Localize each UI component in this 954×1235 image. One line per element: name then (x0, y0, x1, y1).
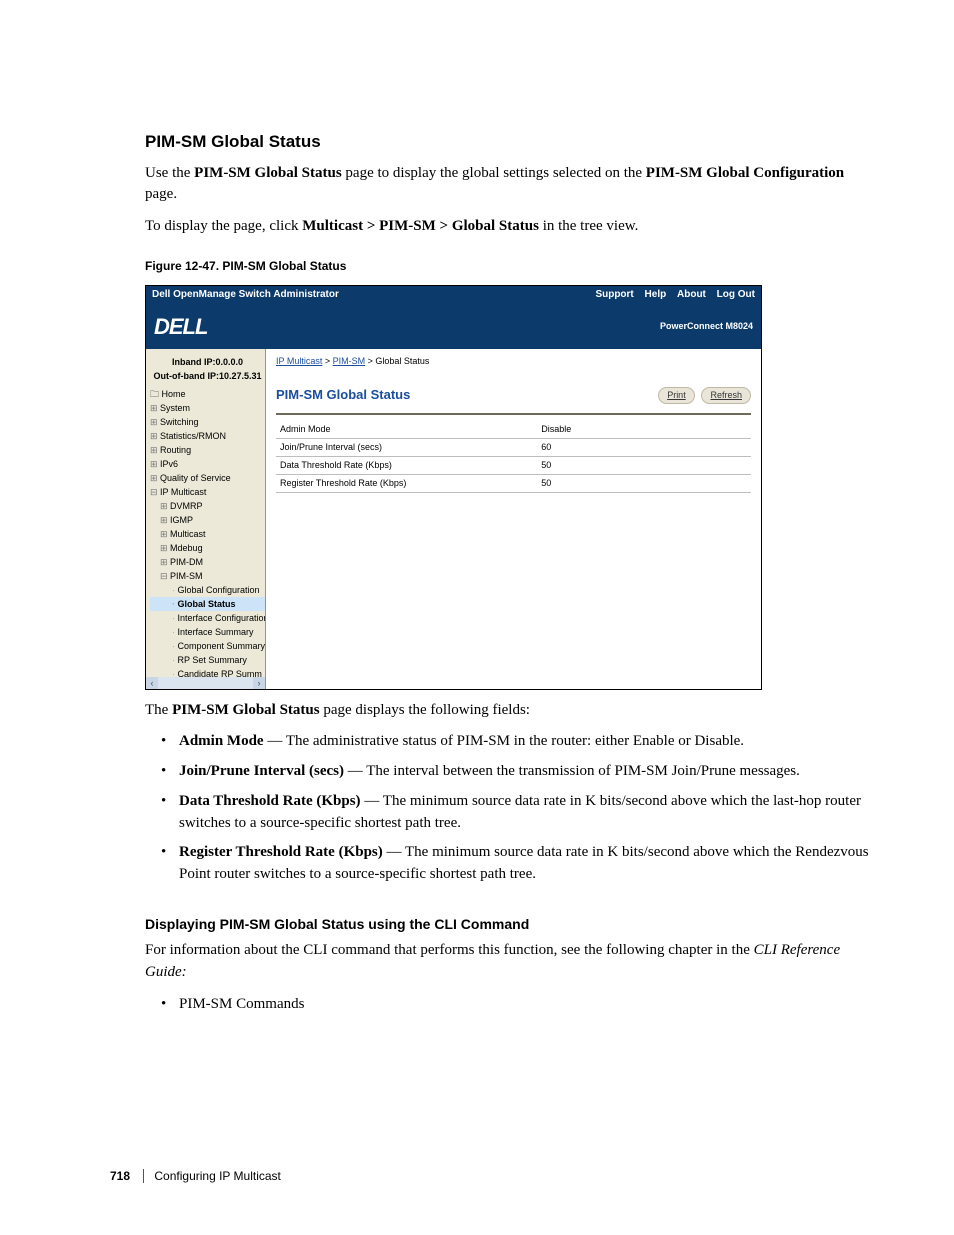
page-footer: 718 Configuring IP Multicast (110, 1168, 291, 1185)
text: page to display the global settings sele… (342, 165, 646, 181)
cell-label: Join/Prune Interval (secs) (276, 438, 537, 456)
cell-label: Data Threshold Rate (Kbps) (276, 456, 537, 474)
cli-list: PIM-SM Commands (145, 994, 869, 1016)
status-table: Admin ModeDisable Join/Prune Interval (s… (276, 421, 751, 493)
nav-switching[interactable]: Switching (150, 415, 265, 429)
nav-pimsm[interactable]: PIM-SM (150, 569, 265, 583)
product-name: PowerConnect M8024 (660, 320, 753, 333)
nav-ipv6[interactable]: IPv6 (150, 457, 265, 471)
link-help[interactable]: Help (645, 289, 667, 300)
list-item: Admin Mode — The administrative status o… (145, 731, 869, 753)
cell-label: Register Threshold Rate (Kbps) (276, 474, 537, 492)
cell-value: Disable (537, 421, 751, 439)
inband-ip: Inband IP:0.0.0.0 (150, 355, 265, 369)
brand-bar: DELL PowerConnect M8024 (146, 305, 761, 349)
figure-caption: Figure 12-47. PIM-SM Global Status (145, 258, 869, 275)
nav-component-summary[interactable]: Component Summary (150, 639, 265, 653)
text: To display the page, click (145, 218, 302, 234)
breadcrumb-path: Multicast > PIM-SM > Global Status (302, 218, 539, 234)
nav-ipmulticast[interactable]: IP Multicast (150, 485, 265, 499)
text: in the tree view. (539, 218, 638, 234)
cell-label: Admin Mode (276, 421, 537, 439)
text: page displays the following fields: (320, 702, 530, 718)
fields-list: Admin Mode — The administrative status o… (145, 731, 869, 886)
field-term: Admin Mode (179, 733, 264, 749)
intro-paragraph: Use the PIM-SM Global Status page to dis… (145, 163, 869, 207)
dell-logo: DELL (154, 311, 207, 343)
ip-info: Inband IP:0.0.0.0 Out-of-band IP:10.27.5… (150, 353, 265, 387)
scroll-left-icon[interactable]: ‹ (146, 677, 158, 689)
fields-intro: The PIM-SM Global Status page displays t… (145, 700, 869, 722)
nav-global-status[interactable]: Global Status (150, 597, 265, 611)
list-item: Join/Prune Interval (secs) — The interva… (145, 761, 869, 783)
text: page. (145, 186, 177, 202)
table-row: Data Threshold Rate (Kbps)50 (276, 456, 751, 474)
nav-scrollbar[interactable]: ‹ › (146, 677, 265, 689)
text: For information about the CLI command th… (145, 942, 754, 958)
table-row: Admin ModeDisable (276, 421, 751, 439)
section-heading: PIM-SM Global Status (145, 130, 869, 155)
cell-value: 50 (537, 456, 751, 474)
cell-value: 50 (537, 474, 751, 492)
text-bold: PIM-SM Global Status (194, 165, 342, 181)
content-pane: IP Multicast > PIM-SM > Global Status PI… (266, 349, 761, 689)
footer-chapter: Configuring IP Multicast (143, 1169, 281, 1183)
text-bold: PIM-SM Global Configuration (646, 165, 844, 181)
cli-paragraph: For information about the CLI command th… (145, 940, 869, 984)
nav-system[interactable]: System (150, 401, 265, 415)
field-term: Register Threshold Rate (Kbps) (179, 844, 383, 860)
page-number: 718 (110, 1169, 130, 1183)
nav-pimdm[interactable]: PIM-DM (150, 555, 265, 569)
table-row: Register Threshold Rate (Kbps)50 (276, 474, 751, 492)
link-support[interactable]: Support (595, 289, 633, 300)
nav-dvmrp[interactable]: DVMRP (150, 499, 265, 513)
scroll-right-icon[interactable]: › (253, 677, 265, 689)
figure-screenshot: Dell OpenManage Switch Administrator Sup… (145, 285, 762, 689)
field-desc: — The interval between the transmission … (344, 763, 800, 779)
nav-global-config[interactable]: Global Configuration (150, 583, 265, 597)
window-title: Dell OpenManage Switch Administrator (152, 288, 339, 303)
table-row: Join/Prune Interval (secs)60 (276, 438, 751, 456)
nav-interface-summary[interactable]: Interface Summary (150, 625, 265, 639)
titlebar-links: Support Help About Log Out (587, 288, 755, 303)
nav-routing[interactable]: Routing (150, 443, 265, 457)
divider (276, 413, 751, 415)
text-bold: PIM-SM Global Status (172, 702, 320, 718)
nav-multicast[interactable]: Multicast (150, 527, 265, 541)
nav-rpset-summary[interactable]: RP Set Summary (150, 653, 265, 667)
refresh-button[interactable]: Refresh (701, 387, 751, 404)
text: Use the (145, 165, 194, 181)
nav-stats[interactable]: Statistics/RMON (150, 429, 265, 443)
outofband-ip: Out-of-band IP:10.27.5.31 (150, 369, 265, 383)
field-desc: — The administrative status of PIM-SM in… (264, 733, 744, 749)
text: The (145, 702, 172, 718)
nav-interface-config[interactable]: Interface Configuration (150, 611, 265, 625)
nav-paragraph: To display the page, click Multicast > P… (145, 216, 869, 238)
cell-value: 60 (537, 438, 751, 456)
crumb-current: Global Status (375, 356, 429, 366)
nav-qos[interactable]: Quality of Service (150, 471, 265, 485)
link-about[interactable]: About (677, 289, 706, 300)
print-button[interactable]: Print (658, 387, 695, 404)
nav-igmp[interactable]: IGMP (150, 513, 265, 527)
link-logout[interactable]: Log Out (717, 289, 755, 300)
cli-heading: Displaying PIM-SM Global Status using th… (145, 914, 869, 934)
page-title: PIM-SM Global Status (276, 386, 410, 405)
nav-tree[interactable]: Inband IP:0.0.0.0 Out-of-band IP:10.27.5… (146, 349, 266, 689)
crumb-ipmulticast[interactable]: IP Multicast (276, 356, 322, 366)
list-item: Data Threshold Rate (Kbps) — The minimum… (145, 791, 869, 835)
breadcrumb: IP Multicast > PIM-SM > Global Status (276, 355, 751, 368)
nav-mdebug[interactable]: Mdebug (150, 541, 265, 555)
field-term: Join/Prune Interval (secs) (179, 763, 344, 779)
list-item: Register Threshold Rate (Kbps) — The min… (145, 842, 869, 886)
nav-home[interactable]: Home (150, 387, 265, 401)
list-item: PIM-SM Commands (145, 994, 869, 1016)
crumb-pimsm[interactable]: PIM-SM (333, 356, 366, 366)
field-term: Data Threshold Rate (Kbps) (179, 793, 361, 809)
window-titlebar: Dell OpenManage Switch Administrator Sup… (146, 286, 761, 305)
